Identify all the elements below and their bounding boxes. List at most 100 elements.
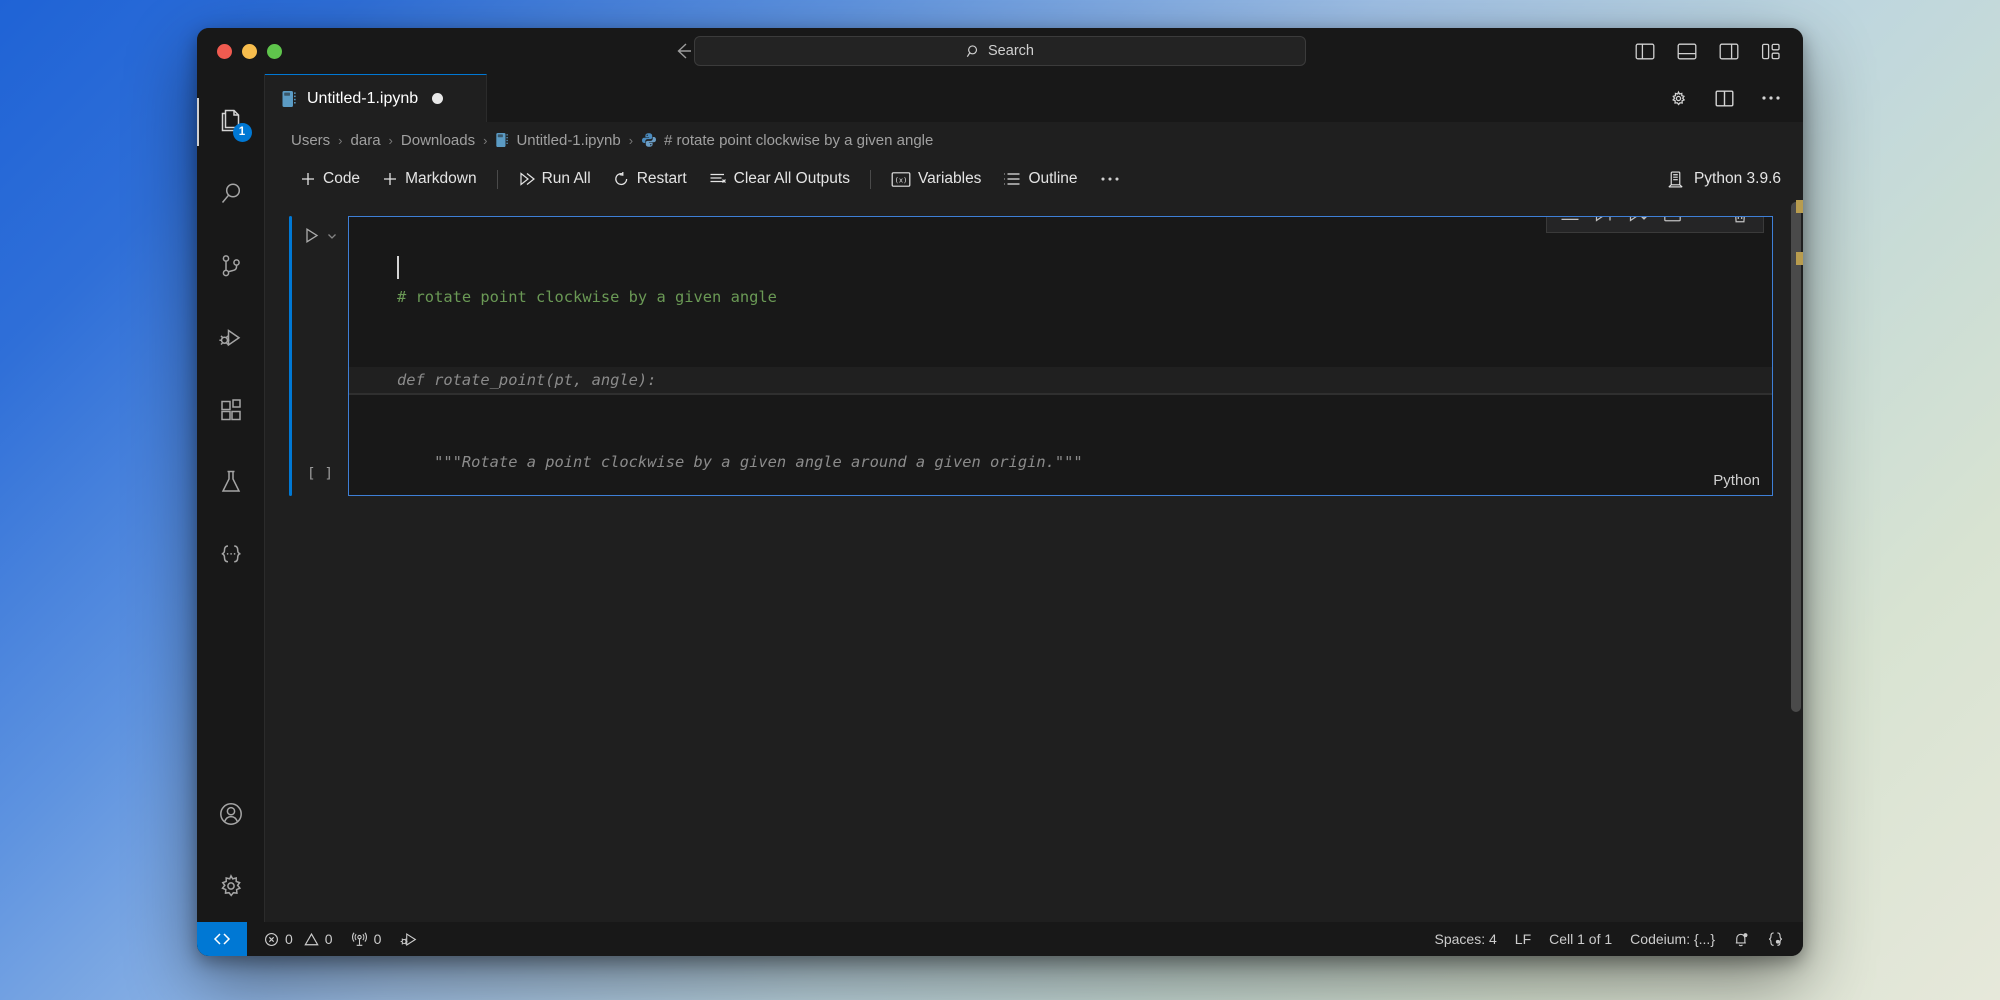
chevron-down-icon[interactable] (326, 230, 338, 242)
breadcrumb-label: Untitled-1.ipynb (516, 131, 621, 149)
more-cell-actions-icon[interactable] (1689, 217, 1723, 231)
ellipsis-icon (1100, 176, 1120, 182)
kernel-picker[interactable]: Python 3.9.6 (1666, 170, 1781, 189)
maximize-window-button[interactable] (267, 43, 282, 59)
warning-count: 0 (324, 931, 333, 947)
breadcrumb-label: # rotate point clockwise by a given angl… (664, 131, 934, 149)
beaker-icon (216, 467, 246, 497)
clear-outputs-icon (709, 171, 727, 187)
sidebar-item-explorer[interactable]: 1 (197, 86, 265, 158)
notebook-scrollbar[interactable] (1789, 200, 1803, 922)
code-line-0: # rotate point clockwise by a given angl… (397, 288, 777, 306)
minimize-window-button[interactable] (242, 43, 257, 59)
add-code-cell-button[interactable]: Code (289, 167, 371, 191)
toolbar-divider (496, 169, 498, 189)
sidebar-item-extensions[interactable] (197, 374, 265, 446)
extensions-icon (216, 395, 246, 425)
notebook-cell[interactable]: [ ] # rotate point clockwise by a given … (289, 216, 1773, 496)
error-icon (264, 932, 279, 947)
status-bar-right: Spaces: 4 LF Cell 1 of 1 Codeium: {...} (1426, 922, 1793, 956)
sidebar-item-search[interactable] (197, 158, 265, 230)
bell-icon (1733, 931, 1749, 948)
restart-kernel-button[interactable]: Restart (602, 167, 698, 191)
warning-icon (304, 932, 319, 947)
curly-braces-icon (1767, 931, 1784, 948)
toggle-primary-sidebar-icon[interactable] (1635, 42, 1655, 61)
clear-all-outputs-button[interactable]: Clear All Outputs (698, 167, 861, 191)
sidebar-item-testing[interactable] (197, 446, 265, 518)
run-debug-icon (216, 323, 246, 353)
eol-status[interactable]: LF (1506, 922, 1540, 956)
editor-area: Untitled-1.ipynb Users › dara › Download… (265, 74, 1803, 922)
notifications-status[interactable] (1724, 922, 1758, 956)
cell-editor[interactable]: # rotate point clockwise by a given angl… (348, 216, 1773, 496)
toggle-panel-icon[interactable] (1677, 42, 1697, 61)
activity-bar: 1 (197, 74, 265, 922)
command-center-search[interactable]: Search (694, 36, 1306, 66)
sidebar-item-run-and-debug[interactable] (197, 302, 265, 374)
python-icon (641, 132, 657, 148)
overview-mark (1796, 200, 1803, 213)
breadcrumb-item-dara[interactable]: dara (351, 132, 381, 149)
split-cell-icon[interactable] (1655, 217, 1689, 231)
sidebar-item-accounts[interactable] (197, 778, 265, 850)
plus-icon (382, 171, 398, 187)
add-code-cell-label: Code (323, 170, 361, 187)
cell-position-status[interactable]: Cell 1 of 1 (1540, 922, 1621, 956)
customize-layout-icon[interactable] (1761, 42, 1781, 61)
tab-label: Untitled-1.ipynb (307, 89, 419, 107)
indentation-status[interactable]: Spaces: 4 (1426, 922, 1506, 956)
unsaved-indicator[interactable] (432, 93, 444, 104)
codeium-status[interactable]: Codeium: {...} (1621, 922, 1724, 956)
back-arrow-icon[interactable] (672, 40, 694, 62)
editor-tab-untitled-1[interactable]: Untitled-1.ipynb (265, 74, 487, 122)
breadcrumb-item-users[interactable]: Users (291, 132, 330, 149)
run-all-button[interactable]: Run All (507, 167, 602, 191)
more-toolbar-actions-button[interactable] (1089, 173, 1131, 185)
outline-icon (1003, 171, 1021, 187)
split-editor-icon[interactable] (1714, 89, 1735, 108)
add-markdown-cell-button[interactable]: Markdown (371, 167, 488, 191)
gear-icon[interactable] (1669, 89, 1688, 108)
kernel-icon (1666, 170, 1685, 189)
trash-icon[interactable] (1723, 217, 1757, 231)
close-window-button[interactable] (217, 43, 232, 59)
run-python-file-status[interactable] (390, 922, 428, 956)
plus-icon (300, 171, 316, 187)
ellipsis-icon[interactable] (1761, 95, 1781, 101)
run-by-line-icon[interactable] (1553, 217, 1587, 231)
kernel-label: Python 3.9.6 (1693, 170, 1781, 187)
run-below-icon[interactable] (1621, 217, 1655, 231)
codeium-icon-status[interactable] (1758, 922, 1793, 956)
run-all-label: Run All (541, 170, 591, 187)
breadcrumb-item-notebook[interactable]: Untitled-1.ipynb (495, 131, 621, 149)
remote-window-indicator[interactable] (197, 922, 247, 956)
ports-status[interactable]: 0 (342, 922, 391, 956)
cell-language-label[interactable]: Python (1713, 472, 1760, 489)
cell-source-code[interactable]: # rotate point clockwise by a given angl… (349, 217, 1772, 495)
run-cell-controls[interactable] (302, 226, 338, 245)
scrollbar-thumb[interactable] (1791, 202, 1801, 712)
search-placeholder: Search (988, 43, 1034, 59)
vscode-window: Search 1 Untitled-1.ipynb Users › dara ›… (197, 28, 1803, 956)
code-line-2: """Rotate a point clockwise by a given a… (397, 453, 1083, 471)
run-cell-icon[interactable] (302, 226, 321, 245)
sidebar-item-source-control[interactable] (197, 230, 265, 302)
breadcrumb-item-downloads[interactable]: Downloads (401, 132, 475, 149)
toolbar-divider (869, 169, 871, 189)
execution-count: [ ] (306, 466, 334, 482)
overview-mark (1796, 252, 1803, 265)
add-markdown-cell-label: Markdown (405, 170, 477, 187)
breadcrumb-item-symbol[interactable]: # rotate point clockwise by a given angl… (641, 132, 933, 149)
sidebar-item-codeium[interactable] (197, 518, 265, 590)
editor-tab-actions (1669, 74, 1781, 122)
outline-button[interactable]: Outline (992, 167, 1088, 191)
sidebar-item-settings[interactable] (197, 850, 265, 922)
breadcrumb-label: Users (291, 131, 331, 149)
toggle-secondary-sidebar-icon[interactable] (1719, 42, 1739, 61)
notebook-icon (495, 132, 509, 148)
run-above-icon[interactable] (1587, 217, 1621, 231)
variables-button[interactable]: (x) Variables (880, 167, 992, 191)
window-body: 1 Untitled-1.ipynb Users › dara › Downlo… (197, 74, 1803, 922)
problems-status[interactable]: 0 0 (255, 922, 342, 956)
